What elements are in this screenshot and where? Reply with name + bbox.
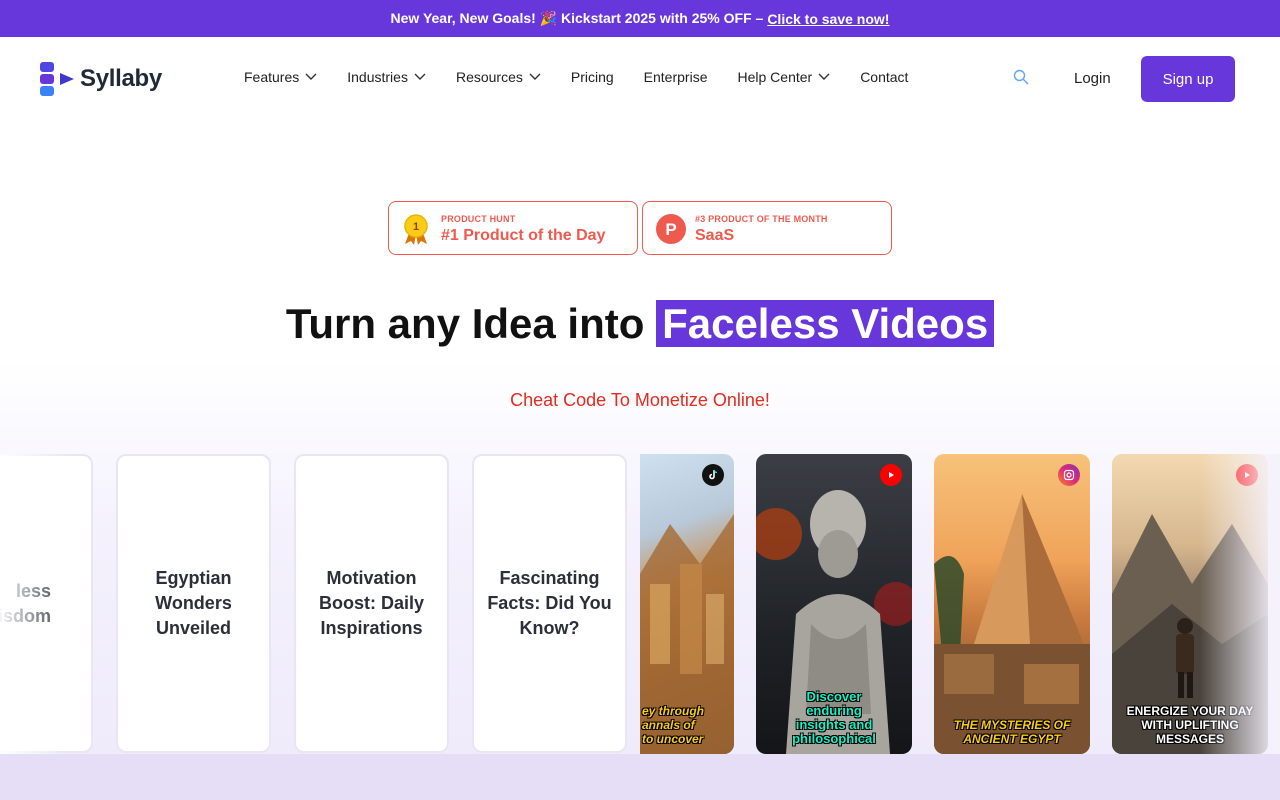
video-card-thumbnail[interactable]: THE MYSTERIES OF ANCIENT EGYPT xyxy=(934,454,1090,754)
product-hunt-icon: P xyxy=(656,214,686,244)
video-caption: Discover enduring insights and philosoph… xyxy=(792,689,876,746)
nav-label: Resources xyxy=(455,69,523,85)
headline-plain: Turn any Idea into xyxy=(285,300,645,347)
chevron-down-icon xyxy=(529,73,541,80)
badge-label: PRODUCT HUNT xyxy=(441,214,516,224)
video-card[interactable]: Fascinating Facts: Did You Know? xyxy=(472,454,627,753)
badge-title: SaaS xyxy=(695,227,735,244)
hero-headline: Turn any Idea into Faceless Videos xyxy=(0,300,1280,348)
nav-item-enterprise[interactable]: Enterprise xyxy=(644,69,708,85)
signup-button[interactable]: Sign up xyxy=(1141,56,1235,102)
main-menu: Features Industries Resources Pricing En… xyxy=(244,69,908,85)
nav-item-contact[interactable]: Contact xyxy=(860,69,908,85)
instagram-icon xyxy=(1058,464,1080,486)
hero-tagline: Cheat Code To Monetize Online! xyxy=(510,390,770,410)
top-navigation: Syllaby Features Industries Resources Pr… xyxy=(0,37,1280,120)
video-card-title: less isdom xyxy=(0,580,51,626)
promo-text: New Year, New Goals! 🎉 Kickstart 2025 wi… xyxy=(390,10,764,26)
syllaby-logo-icon xyxy=(40,62,74,96)
youtube-icon xyxy=(880,464,902,486)
video-card-thumbnail[interactable]: ENERGIZE YOUR DAY WITH UPLIFTING MESSAGE… xyxy=(1112,454,1268,754)
video-card-title: Fascinating Facts: Did You Know? xyxy=(487,568,612,638)
video-card[interactable]: Egyptian Wonders Unveiled xyxy=(116,454,271,753)
chevron-down-icon xyxy=(414,73,426,80)
promo-link[interactable]: Click to save now! xyxy=(767,11,889,27)
headline-highlight: Faceless Videos xyxy=(656,300,995,347)
nav-item-features[interactable]: Features xyxy=(244,69,317,85)
badge-title: #1 Product of the Day xyxy=(441,227,606,244)
chevron-down-icon xyxy=(305,73,317,80)
product-hunt-month-badge[interactable]: P #3 PRODUCT OF THE MONTH SaaS xyxy=(642,201,892,255)
video-card[interactable]: less isdom xyxy=(0,454,93,753)
nav-label: Features xyxy=(244,69,300,85)
nav-item-pricing[interactable]: Pricing xyxy=(571,69,614,85)
badge-label: #3 PRODUCT OF THE MONTH xyxy=(695,214,828,224)
video-card-thumbnail[interactable]: ey through annals of to uncover xyxy=(640,454,734,754)
nav-label: Enterprise xyxy=(643,69,708,85)
nav-item-resources[interactable]: Resources xyxy=(456,69,541,85)
nav-label: Industries xyxy=(347,69,408,85)
medal-icon: 1 xyxy=(404,214,428,245)
nav-label: Pricing xyxy=(570,69,614,85)
product-hunt-letter: P xyxy=(665,220,676,239)
video-card-title: Motivation Boost: Daily Inspirations xyxy=(318,568,424,638)
nav-label: Help Center xyxy=(737,69,813,85)
search-icon xyxy=(1013,69,1029,85)
chevron-down-icon xyxy=(818,73,830,80)
video-caption: THE MYSTERIES OF ANCIENT EGYPT xyxy=(953,718,1071,746)
brand-logo[interactable]: Syllaby xyxy=(40,62,162,96)
nav-item-industries[interactable]: Industries xyxy=(347,69,426,85)
product-hunt-day-badge[interactable]: 1 PRODUCT HUNT #1 Product of the Day xyxy=(388,201,638,255)
tiktok-icon xyxy=(702,464,724,486)
pyramid-artwork xyxy=(934,494,1090,754)
promo-banner: New Year, New Goals! 🎉 Kickstart 2025 wi… xyxy=(0,0,1280,37)
video-card-title: Egyptian Wonders Unveiled xyxy=(155,568,232,638)
section-divider xyxy=(0,754,1280,800)
video-card-thumbnail[interactable]: Discover enduring insights and philosoph… xyxy=(756,454,912,754)
search-button[interactable] xyxy=(1013,69,1029,90)
login-link[interactable]: Login xyxy=(1074,70,1111,87)
nav-item-help-center[interactable]: Help Center xyxy=(737,69,830,85)
brand-name: Syllaby xyxy=(80,65,162,92)
video-caption: ENERGIZE YOUR DAY WITH UPLIFTING MESSAGE… xyxy=(1126,704,1254,746)
nav-label: Contact xyxy=(860,69,909,85)
video-card[interactable]: Motivation Boost: Daily Inspirations xyxy=(294,454,449,753)
medal-number: 1 xyxy=(413,221,419,233)
youtube-icon xyxy=(1236,464,1258,486)
video-caption: ey through annals of to uncover xyxy=(642,704,704,746)
